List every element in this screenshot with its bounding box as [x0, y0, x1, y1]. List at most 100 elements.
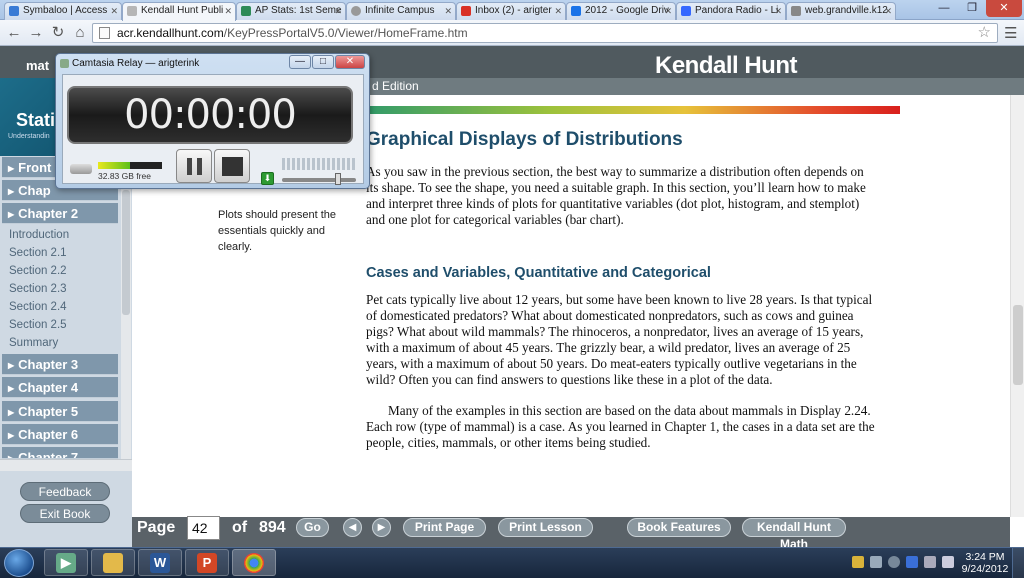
show-desktop-button[interactable]	[1012, 548, 1024, 578]
pause-button[interactable]	[176, 149, 212, 183]
kendall-hunt-math-button[interactable]: Kendall Hunt Math	[742, 518, 846, 551]
sidebar-section-2-1[interactable]: Section 2.1	[9, 247, 67, 259]
scrollbar-thumb[interactable]	[1013, 305, 1023, 385]
camtasia-relay-window[interactable]: Camtasia Relay — arigterink — □ ✕ 00:00:…	[55, 53, 370, 189]
chapter-label: Chapter 5	[18, 404, 79, 419]
tab-kendall-hunt[interactable]: Kendall Hunt Publi ✕	[122, 2, 236, 21]
update-icon[interactable]	[888, 556, 900, 568]
clock-date: 9/24/2012	[961, 563, 1009, 575]
volume-slider[interactable]	[282, 178, 356, 182]
paragraph-intro: As you saw in the previous section, the …	[366, 164, 866, 227]
taskbar-explorer[interactable]	[91, 549, 135, 576]
stop-button[interactable]	[214, 149, 250, 183]
start-button[interactable]	[4, 549, 34, 577]
tab-symbaloo[interactable]: Symbaloo | Access ✕	[4, 2, 122, 20]
paragraph-examples: Many of the examples in this section are…	[366, 403, 875, 450]
sidebar-section-2-3[interactable]: Section 2.3	[9, 283, 67, 295]
color-stripe	[362, 106, 900, 114]
tab-grandville[interactable]: web.grandville.k12 ✕	[786, 2, 896, 20]
taskbar-camtasia[interactable]: ▶	[44, 549, 88, 576]
edition-bar: d Edition	[362, 78, 1024, 95]
exit-book-button[interactable]: Exit Book	[20, 504, 110, 523]
triangle-right-icon: ▶	[8, 361, 15, 370]
sidebar-section-2-2[interactable]: Section 2.2	[9, 265, 67, 277]
page-scrollbar[interactable]	[1010, 95, 1024, 517]
tab-ap-stats[interactable]: AP Stats: 1st Seme ✕	[236, 2, 346, 20]
flag-icon[interactable]	[870, 556, 882, 568]
triangle-right-icon: ▶	[8, 210, 15, 219]
close-icon[interactable]: ✕	[774, 3, 782, 19]
taskbar-word[interactable]: W	[138, 549, 182, 576]
print-page-button[interactable]: Print Page	[403, 518, 486, 537]
microphone-icon[interactable]: ⬇	[261, 172, 274, 185]
maximize-button[interactable]: ❐	[958, 0, 986, 17]
close-icon[interactable]: ✕	[224, 3, 232, 19]
chapter-label: Chapter 7	[18, 450, 79, 459]
sidebar-section-summary[interactable]: Summary	[9, 337, 58, 349]
sidebar-scrollbar[interactable]	[121, 160, 131, 460]
forward-button[interactable]: →	[26, 23, 46, 43]
sidebar-section-2-4[interactable]: Section 2.4	[9, 301, 67, 313]
recording-timer: 00:00:00	[67, 86, 353, 144]
close-icon[interactable]: ✕	[664, 3, 672, 19]
home-icon[interactable]: ⌂	[70, 23, 90, 43]
pandora-icon	[681, 6, 691, 16]
go-button[interactable]: Go	[296, 518, 329, 537]
minimize-button[interactable]: —	[930, 0, 958, 17]
close-icon[interactable]: ✕	[334, 3, 342, 19]
bluetooth-icon[interactable]	[906, 556, 918, 568]
tab-label: Pandora Radio - Li	[695, 5, 779, 16]
tab-label: Symbaloo | Access	[23, 5, 108, 16]
address-bar[interactable]: acr.kendallhunt.com/KeyPressPortalV5.0/V…	[92, 23, 998, 43]
tab-pandora[interactable]: Pandora Radio - Li ✕	[676, 2, 786, 20]
close-icon[interactable]: ✕	[554, 3, 562, 19]
tab-label: Infinite Campus	[365, 5, 435, 16]
scrollbar-thumb[interactable]	[122, 190, 130, 315]
chapter-label: Chapter 4	[18, 380, 79, 395]
print-lesson-button[interactable]: Print Lesson	[498, 518, 593, 537]
sidebar-chapter-4[interactable]: ▶ Chapter 4	[2, 377, 118, 398]
feedback-button[interactable]: Feedback	[20, 482, 110, 501]
sidebar-horizontal-scrollbar[interactable]	[0, 459, 132, 471]
tab-infinite-campus[interactable]: Infinite Campus ✕	[346, 2, 456, 20]
tab-gmail[interactable]: Inbox (2) - arigter ✕	[456, 2, 566, 20]
chapter-label: Chap	[18, 183, 51, 198]
tab-label: AP Stats: 1st Seme	[255, 5, 342, 16]
close-window-button[interactable]: ✕	[986, 0, 1022, 17]
page-number-input[interactable]: 42	[187, 516, 220, 540]
close-icon[interactable]: ✕	[444, 3, 452, 19]
recorder-close-button[interactable]: ✕	[335, 55, 365, 69]
subsection-heading: Cases and Variables, Quantitative and Ca…	[366, 265, 711, 281]
next-page-button[interactable]: ▶	[372, 518, 391, 537]
close-icon[interactable]: ✕	[884, 3, 892, 19]
disk-space-meter	[98, 162, 162, 169]
close-icon[interactable]: ✕	[110, 3, 118, 19]
sidebar-chapter-2[interactable]: ▶ Chapter 2	[2, 203, 118, 224]
tab-google-drive[interactable]: 2012 - Google Driv ✕	[566, 2, 676, 20]
taskbar-powerpoint[interactable]: P	[185, 549, 229, 576]
recorder-maximize-button[interactable]: □	[312, 55, 334, 69]
shield-icon[interactable]	[852, 556, 864, 568]
wrench-icon[interactable]: ☰	[1004, 24, 1017, 42]
reload-button[interactable]: ↻	[48, 23, 68, 43]
taskbar-chrome[interactable]	[232, 549, 276, 576]
sidebar-chapter-3[interactable]: ▶ Chapter 3	[2, 354, 118, 375]
book-features-button[interactable]: Book Features	[627, 518, 731, 537]
back-button[interactable]: ←	[4, 23, 24, 43]
sidebar-chapter-5[interactable]: ▶ Chapter 5	[2, 401, 118, 422]
system-tray	[852, 553, 962, 573]
volume-slider-handle[interactable]	[334, 173, 341, 185]
previous-page-button[interactable]: ◀	[343, 518, 362, 537]
triangle-right-icon: ▶	[8, 408, 15, 417]
recorder-minimize-button[interactable]: —	[289, 55, 311, 69]
sidebar-chapter-7[interactable]: ▶ Chapter 7	[2, 447, 118, 459]
volume-icon[interactable]	[942, 556, 954, 568]
network-icon[interactable]	[924, 556, 936, 568]
sidebar-section-introduction[interactable]: Introduction	[9, 229, 69, 241]
star-icon[interactable]: ☆	[978, 24, 991, 42]
sidebar-chapter-6[interactable]: ▶ Chapter 6	[2, 424, 118, 445]
taskbar-clock[interactable]: 3:24 PM 9/24/2012	[960, 551, 1010, 575]
triangle-right-icon: ▶	[8, 164, 15, 173]
tab-label: web.grandville.k12	[805, 5, 888, 16]
sidebar-section-2-5[interactable]: Section 2.5	[9, 319, 67, 331]
